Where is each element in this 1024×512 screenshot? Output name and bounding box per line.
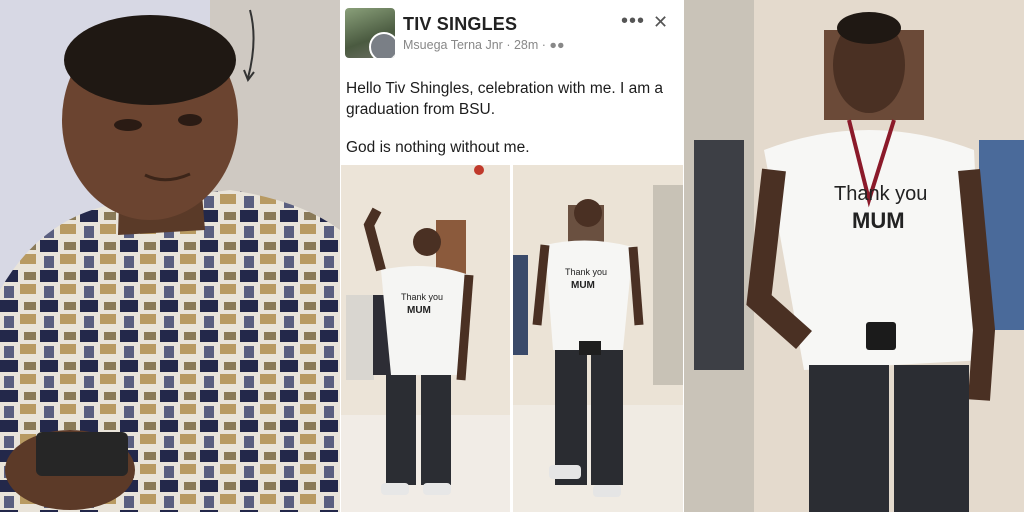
shirt-text-thank-c: Thank you [834,183,927,205]
post-line-1: Hello Tiv Shingles, celebration with me.… [346,80,664,118]
graduate-closeup-photo: Thank you MUM [684,0,1024,512]
author-name[interactable]: Msuega Terna Jnr [403,38,503,52]
shirt-text-mum-b: MUM [571,280,595,291]
post-photo-2[interactable]: Thank you MUM [513,165,683,512]
author-avatar[interactable] [369,32,395,58]
shirt-text-mum-c: MUM [852,208,905,233]
group-name[interactable]: TIV SINGLES [403,14,517,35]
left-photo-panel [0,0,340,512]
shirt-text-thank-b: Thank you [565,267,607,277]
portrait-photo [0,0,340,512]
audience-icon: ●● [549,38,565,52]
graduate-waving-photo: Thank you MUM [341,165,510,512]
group-avatar[interactable] [345,8,395,58]
right-photo-panel: Thank you MUM [684,0,1024,512]
meta-dot: · [506,38,514,52]
post-header: TIV SINGLES Msuega Terna Jnr · 28m · ●● … [341,0,683,62]
post-time[interactable]: 28m [514,38,538,52]
post-body: Hello Tiv Shingles, celebration with me.… [346,78,676,175]
facebook-post: TIV SINGLES Msuega Terna Jnr · 28m · ●● … [341,0,683,512]
graduate-standing-photo: Thank you MUM [513,165,683,512]
more-options-icon[interactable]: ••• [621,10,645,33]
post-photo-1[interactable]: Thank you MUM [341,165,510,512]
shirt-text-thank-a: Thank you [401,292,443,302]
post-meta: Msuega Terna Jnr · 28m · ●● [403,38,565,52]
close-icon[interactable]: ✕ [653,12,668,33]
shirt-text-mum-a: MUM [407,305,431,316]
post-line-2: God is nothing without me. [346,139,530,156]
